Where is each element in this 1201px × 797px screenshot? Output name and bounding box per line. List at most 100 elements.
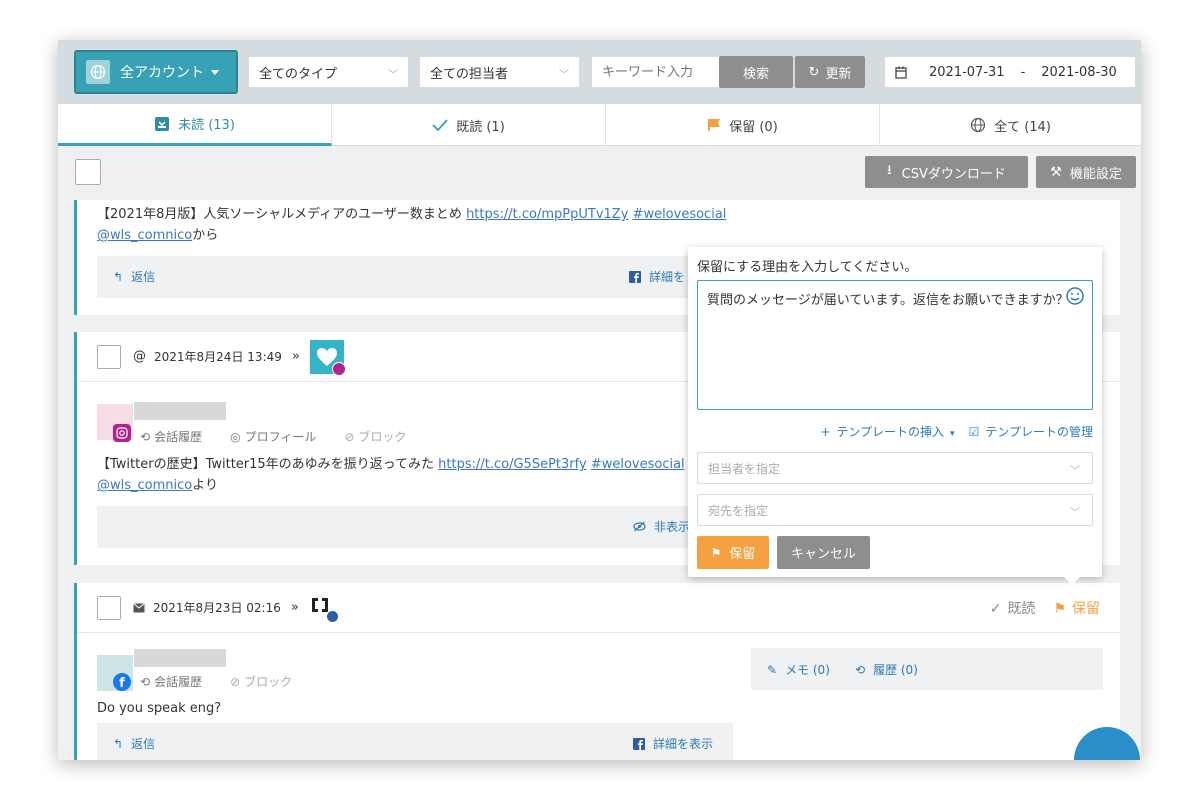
message-link[interactable]: https://t.co/G5SePt3rfy — [438, 457, 587, 472]
message-date: 2021年8月24日 13:49 — [154, 350, 282, 364]
user-name-placeholder — [134, 649, 226, 667]
conversation-history-link[interactable]: ⟲ 会話履歴 — [140, 428, 216, 445]
date-range-picker[interactable]: 2021-07-31 - 2021-08-30 — [884, 56, 1136, 88]
tab-unread-label: 未読 (13) — [178, 118, 235, 133]
chevron-down-icon: ﹀ — [559, 70, 569, 81]
hashtag-link[interactable]: #welovesocial — [633, 207, 727, 222]
recipient-placeholder: 宛先を指定 — [708, 503, 769, 518]
manage-template-link[interactable]: ☑ テンプレートの管理 — [969, 423, 1093, 440]
status-tabs: 未読 (13) 既読 (1) 保留 (0) 全て (14) — [58, 104, 1141, 146]
message-text: 【2021年8月版】人気ソーシャルメディアのユーザー数まとめ https://t… — [97, 204, 726, 246]
account-dropdown-button[interactable]: 全アカウント — [74, 50, 238, 94]
tab-unread[interactable]: 未読 (13) — [58, 104, 332, 146]
recipient-select[interactable]: 宛先を指定 ﹀ — [697, 494, 1093, 526]
double-chevron-icon: » — [291, 349, 300, 364]
feature-settings-button[interactable]: ⚒ 機能設定 — [1036, 156, 1136, 188]
block-icon: ⊘ — [230, 674, 241, 689]
facebook-badge-icon — [325, 609, 339, 623]
message-checkbox[interactable] — [97, 344, 121, 369]
globe-icon — [86, 60, 110, 84]
refresh-button[interactable]: ↻ 更新 — [795, 56, 865, 88]
check-icon — [432, 118, 448, 132]
conversation-history-link[interactable]: ⟲ 会話履歴 — [140, 673, 216, 690]
date-to: 2021-08-30 — [1041, 64, 1117, 80]
block-link[interactable]: ⊘ ブロック — [230, 673, 306, 690]
keyword-input[interactable] — [591, 56, 719, 88]
message-body: 【2021年8月版】人気ソーシャルメディアのユーザー数まとめ — [97, 207, 467, 222]
account-avatar[interactable] — [309, 595, 339, 623]
history-icon: ⟲ — [140, 674, 151, 689]
show-detail-button[interactable]: 詳細を表示 — [633, 735, 713, 752]
mark-read-button[interactable]: ✓ 既読 — [990, 598, 1036, 618]
instagram-outline-icon: ◎ — [230, 429, 241, 444]
tab-read[interactable]: 既読 (1) — [332, 104, 606, 146]
user-meta: ⟲ 会話履歴 ◎ プロフィール ⊘ ブロック — [140, 428, 434, 445]
mention-at-icon: @ — [133, 349, 146, 364]
search-button[interactable]: 検索 — [719, 56, 793, 88]
message-text: Do you speak eng? — [97, 698, 221, 719]
block-link[interactable]: ⊘ ブロック — [344, 428, 420, 445]
cancel-label: キャンセル — [790, 547, 856, 562]
message-card: 2021年8月23日 02:16 » ✓ 既読 ⚑ 保留 f ⟲ 会話履歴 ⊘ ブロック… — [74, 583, 1120, 760]
memo-icon: ✎ — [767, 662, 778, 677]
reply-button[interactable]: ↰ 返信 — [113, 268, 155, 285]
mention-link[interactable]: @wls_comnico — [97, 228, 192, 243]
tab-hold-label: 保留 (0) — [729, 119, 778, 135]
hide-button[interactable]: 非表示 — [633, 518, 690, 535]
mention-link[interactable]: @wls_comnico — [97, 478, 192, 493]
date-separator: - — [1020, 64, 1026, 80]
show-detail-button[interactable]: 詳細を — [629, 268, 685, 285]
tab-hold[interactable]: 保留 (0) — [606, 104, 880, 146]
user-avatar[interactable] — [97, 404, 133, 442]
hold-reason-popup: 保留にする理由を入力してください。 質問のメッセージが届いています。返信をお願い… — [688, 247, 1102, 585]
account-avatar[interactable] — [309, 339, 346, 376]
popup-title: 保留にする理由を入力してください。 — [697, 260, 918, 275]
caret-down-icon — [211, 69, 219, 75]
csv-download-button[interactable]: ⭳ CSVダウンロード — [865, 156, 1028, 188]
refresh-button-label: 更新 — [825, 66, 852, 82]
search-button-label: 検索 — [742, 66, 769, 82]
reply-button[interactable]: ↰ 返信 — [113, 735, 155, 752]
caret-down-icon: ▾ — [950, 429, 955, 439]
hold-toggle-button[interactable]: ⚑ 保留 — [1053, 598, 1100, 618]
hashtag-link[interactable]: #welovesocial — [591, 457, 685, 472]
hold-submit-button[interactable]: ⚑ 保留 — [697, 536, 769, 569]
mark-read-label: 既読 — [1007, 600, 1036, 617]
log-label: 履歴 (0) — [873, 663, 918, 677]
toolbar: 全アカウント 全てのタイプ ﹀ 全ての担当者 ﹀ 検索 ↻ 更新 2021-07… — [58, 40, 1141, 104]
tab-all[interactable]: 全て (14) — [880, 104, 1141, 146]
eye-off-icon — [633, 521, 646, 532]
message-link[interactable]: https://t.co/mpPpUTv1Zy — [466, 207, 628, 222]
select-all-checkbox[interactable] — [75, 159, 101, 185]
assignee-select[interactable]: 担当者を指定 ﹀ — [697, 452, 1093, 484]
message-text: 【Twitterの歴史】Twitter15年のあゆみを振り返ってみた https… — [97, 454, 685, 496]
reply-label: 返信 — [131, 737, 156, 751]
edit-icon: ☑ — [968, 425, 980, 439]
emoji-icon[interactable] — [1066, 287, 1084, 305]
message-body: Do you speak eng? — [97, 701, 222, 716]
type-select[interactable]: 全てのタイプ ﹀ — [248, 56, 409, 88]
popup-pointer — [1064, 577, 1080, 585]
history-icon: ⟲ — [140, 429, 151, 444]
user-avatar[interactable]: f — [97, 655, 133, 691]
insert-template-link[interactable]: + テンプレートの挿入 ▾ — [820, 423, 954, 440]
chevron-down-icon: ﹀ — [1070, 466, 1080, 477]
history-icon: ⟲ — [855, 662, 866, 677]
envelope-icon — [133, 602, 145, 613]
facebook-icon — [633, 737, 645, 750]
message-header: 2021年8月23日 02:16 » ✓ 既読 ⚑ 保留 — [77, 583, 1120, 633]
download-icon: ⭳ — [887, 163, 892, 178]
log-button[interactable]: ⟲ 履歴 (0) — [855, 661, 918, 678]
flag-icon: ⚑ — [1053, 600, 1066, 617]
memo-history-bar: ✎ メモ (0) ⟲ 履歴 (0) — [751, 648, 1103, 690]
show-detail-label: 詳細を表示 — [653, 737, 714, 751]
memo-label: メモ (0) — [785, 663, 830, 677]
hold-reason-textarea[interactable]: 質問のメッセージが届いています。返信をお願いできますか？ — [697, 280, 1093, 410]
message-checkbox[interactable] — [97, 595, 121, 620]
profile-link[interactable]: ◎ プロフィール — [230, 428, 330, 445]
cancel-button[interactable]: キャンセル — [777, 536, 870, 569]
memo-button[interactable]: ✎ メモ (0) — [767, 661, 830, 678]
conversation-history-label: 会話履歴 — [154, 430, 203, 444]
plus-icon: + — [820, 425, 831, 439]
assignee-select[interactable]: 全ての担当者 ﹀ — [419, 56, 580, 88]
